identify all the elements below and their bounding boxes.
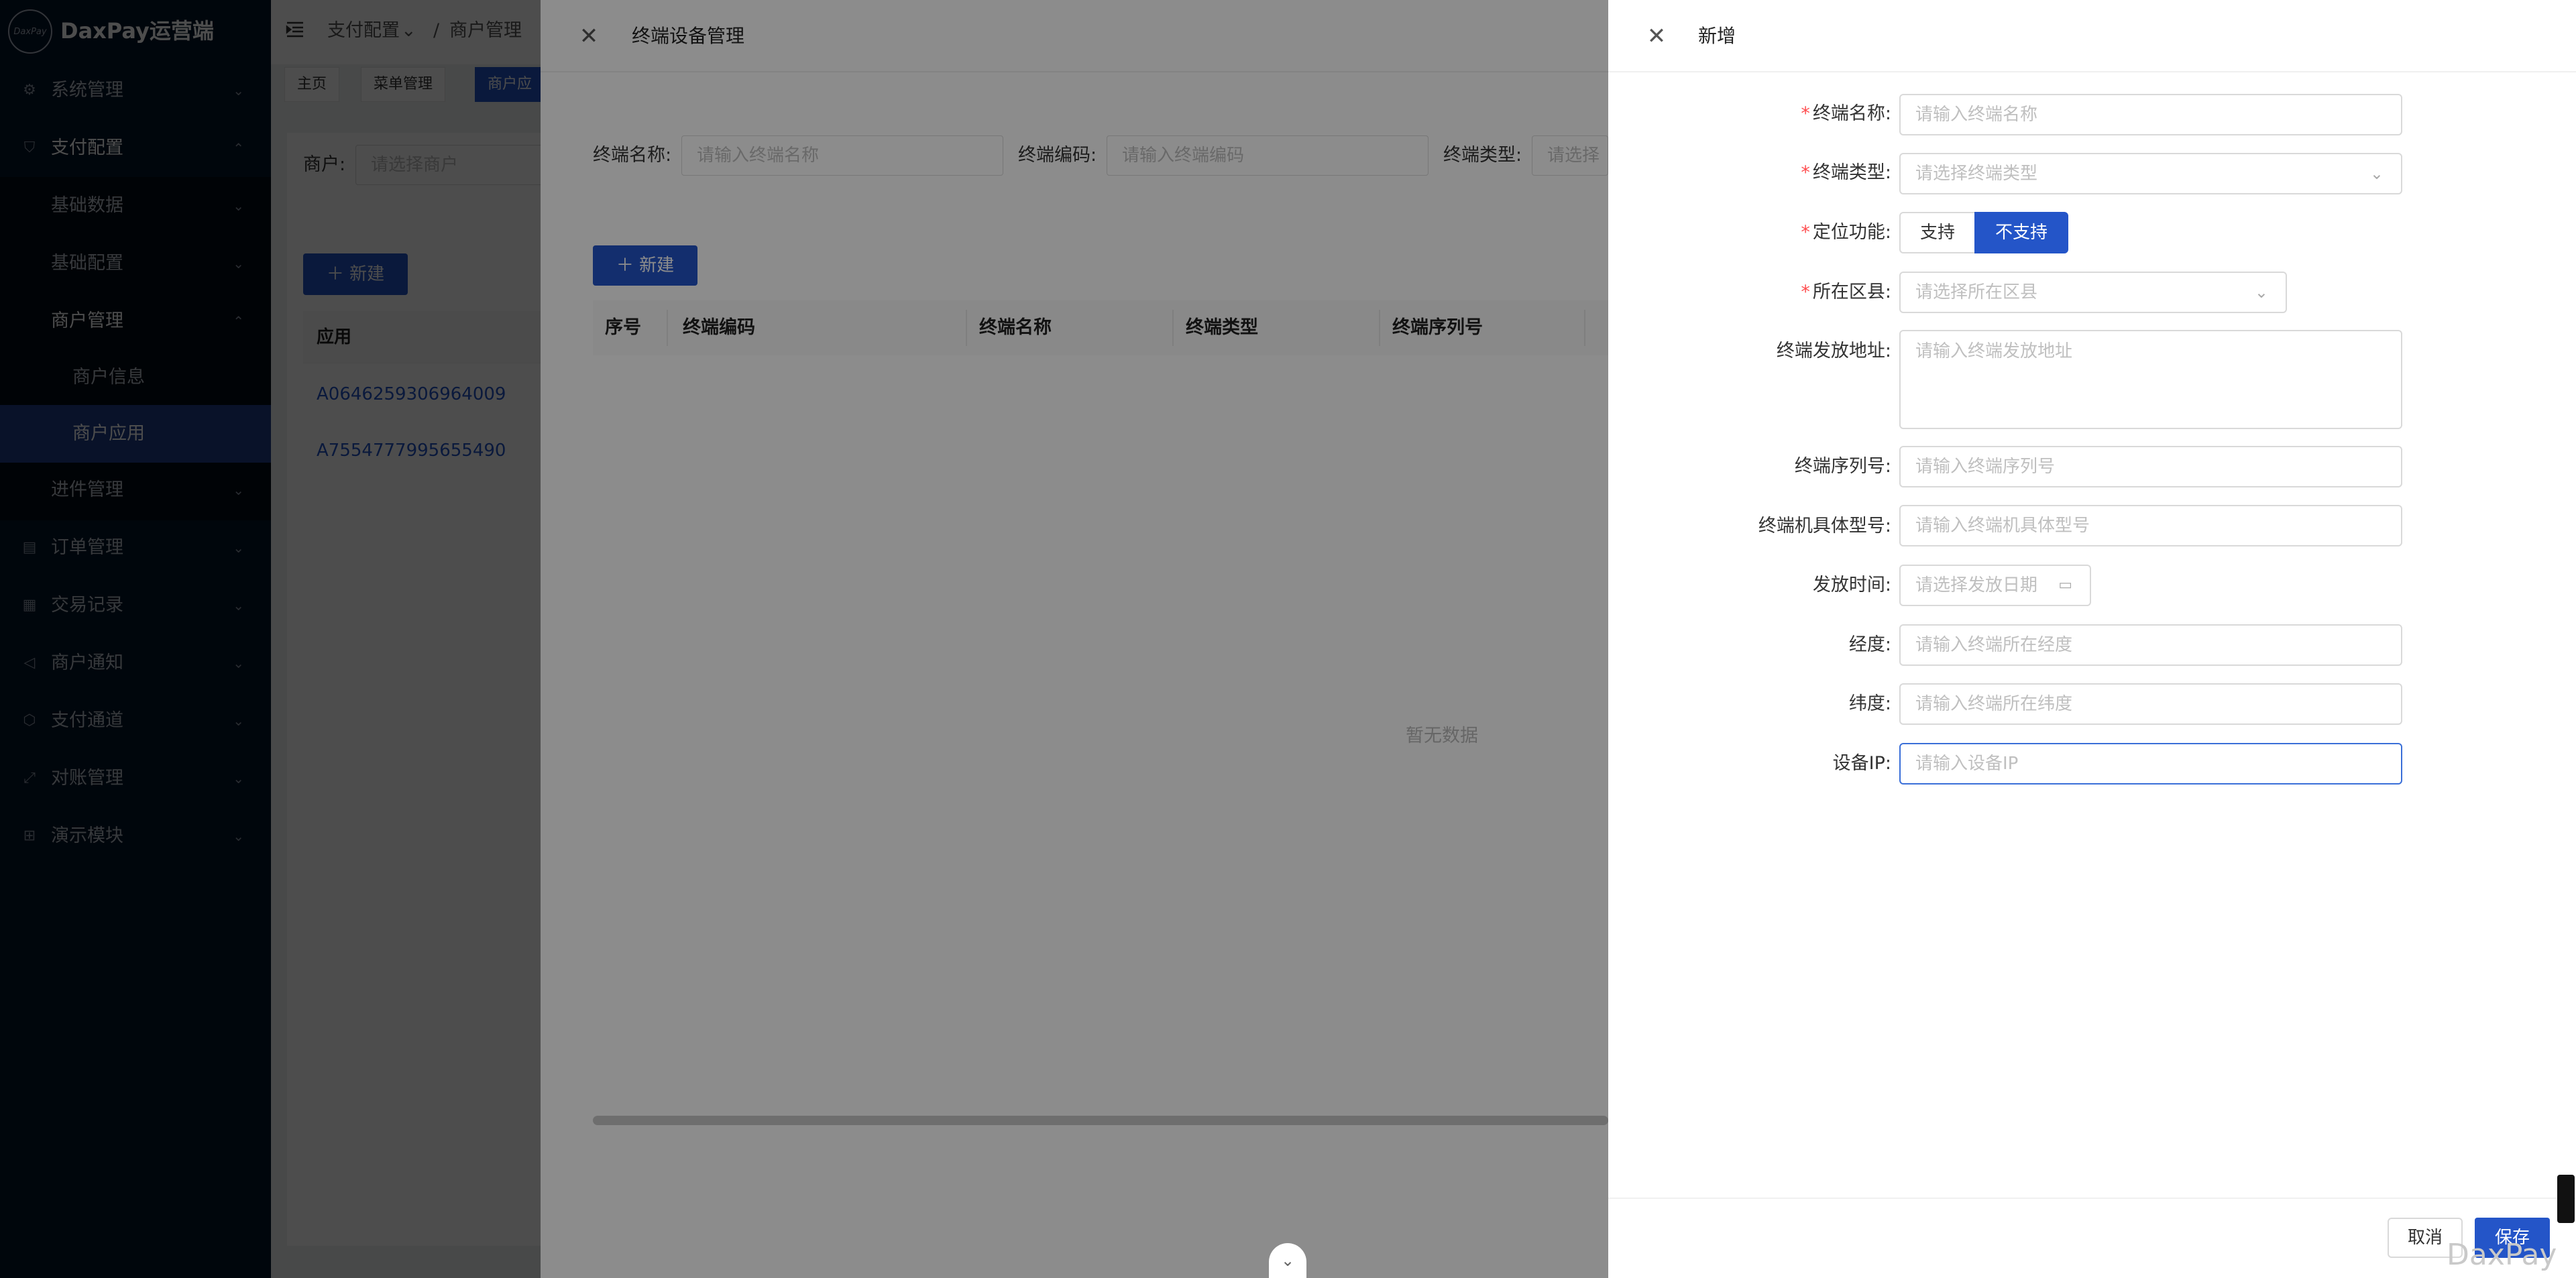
address-form-label: 终端发放地址: [1776,341,1891,361]
model-form-label: 终端机具体型号: [1758,516,1891,536]
required-mark: * [1801,103,1810,124]
terminal-name-form-label: * 终端名称: [1801,103,1891,124]
ip-input[interactable]: 请输入设备IP [1899,743,2402,785]
form-drawer-title: 新增 [1698,25,1736,47]
district-select[interactable]: 请选择所在区县 ⌄ [1899,272,2287,313]
serial-form-label: 终端序列号: [1794,456,1891,477]
chevron-down-icon: ⌄ [2369,164,2384,183]
expand-arrow-icon[interactable]: ⌄ [1269,1243,1306,1278]
drawer-divider [1608,71,2576,72]
model-input[interactable]: 请输入终端机具体型号 [1899,505,2402,546]
location-option-support[interactable]: 支持 [1899,212,1974,253]
longitude-input[interactable]: 请输入终端所在经度 [1899,624,2402,666]
issue-time-form-label: 发放时间: [1812,575,1891,595]
side-handle[interactable] [2557,1175,2575,1223]
latitude-form-label: 纬度: [1848,693,1891,714]
latitude-input[interactable]: 请输入终端所在纬度 [1899,683,2402,725]
ip-form-label: 设备IP: [1832,753,1891,774]
district-form-label: * 所在区县: [1801,282,1891,302]
close-icon[interactable]: ✕ [1644,24,1669,48]
location-option-unsupported[interactable]: 不支持 [1974,212,2068,253]
serial-input[interactable]: 请输入终端序列号 [1899,446,2402,487]
issue-date-picker[interactable]: 请选择发放日期 ▭ [1899,565,2091,606]
terminal-type-select[interactable]: 请选择终端类型 ⌄ [1899,153,2402,194]
terminal-type-form-label: * 终端类型: [1801,162,1891,183]
longitude-form-label: 经度: [1848,634,1891,655]
location-form-label: * 定位功能: [1801,222,1891,243]
required-mark: * [1801,222,1810,243]
overlay-mask[interactable] [0,0,1608,1278]
terminal-name-input[interactable]: 请输入终端名称 [1899,94,2402,135]
calendar-icon: ▭ [2058,577,2072,593]
drawer-footer-divider [1608,1198,2576,1199]
address-textarea[interactable]: 请输入终端发放地址 [1899,330,2402,429]
chevron-down-icon: ⌄ [2254,283,2268,302]
required-mark: * [1801,282,1810,302]
watermark: DaxPay [2447,1238,2557,1272]
required-mark: * [1801,162,1810,183]
